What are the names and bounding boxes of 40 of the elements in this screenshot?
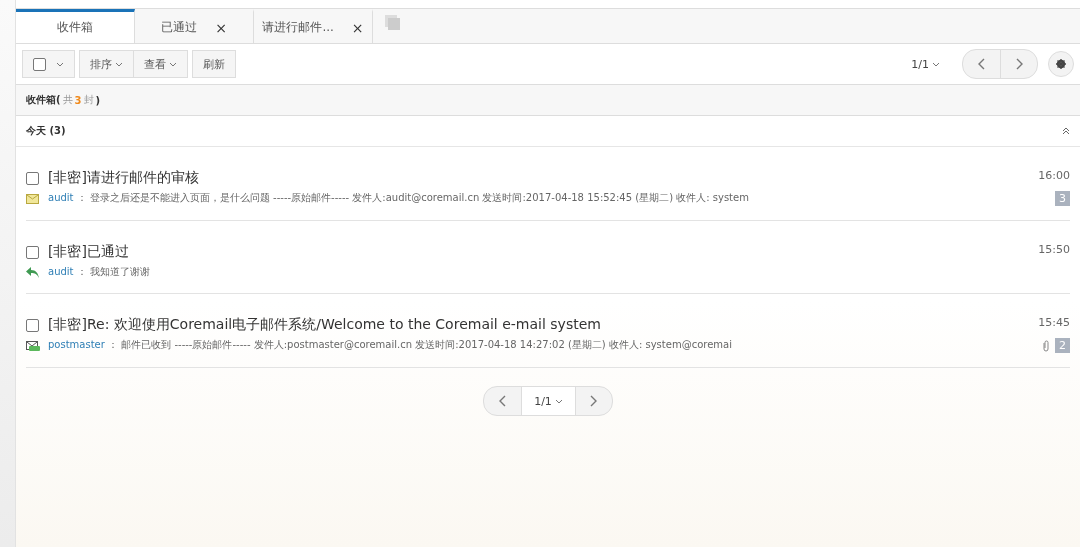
close-icon[interactable]: × (351, 19, 364, 36)
page-selector[interactable]: 1/1 (521, 387, 575, 415)
view-dropdown[interactable]: 查看 (133, 50, 188, 78)
sort-dropdown[interactable]: 排序 (79, 50, 134, 78)
collapse-icon[interactable] (1062, 127, 1070, 135)
folder-title: 收件箱( 共 3 封 ) (16, 85, 1080, 116)
mail-time: 16:00 (1038, 169, 1070, 184)
checkbox[interactable] (26, 318, 39, 332)
page-selector[interactable]: 1/1 (911, 57, 940, 71)
group-label: 今天 (3) (26, 124, 66, 138)
mail-time: 15:45 (1038, 316, 1070, 331)
mail-subject[interactable]: [非密]请进行邮件的审核 (48, 169, 1033, 187)
envelope-icon (26, 340, 40, 351)
mail-subject[interactable]: [非密]已通过 (48, 243, 1033, 261)
close-icon[interactable]: × (215, 19, 227, 36)
chevron-right-icon (589, 395, 599, 407)
reply-arrow-icon (26, 266, 39, 278)
envelope-icon (26, 193, 39, 204)
count-badge: 3 (1055, 191, 1070, 206)
checkbox[interactable] (26, 171, 39, 185)
paperclip-icon (1043, 339, 1049, 352)
refresh-button[interactable]: 刷新 (192, 50, 236, 78)
caret-icon (554, 398, 563, 404)
mail-time: 15:50 (1038, 243, 1070, 258)
mail-preview: audit ： 我知道了谢谢 (48, 265, 151, 279)
checkbox[interactable] (26, 245, 39, 259)
caret-icon (56, 61, 64, 67)
chevron-right-icon (1014, 58, 1024, 70)
caret-icon (169, 61, 177, 67)
count-badge: 2 (1055, 338, 1070, 353)
caret-icon (932, 61, 940, 67)
mail-preview: postmaster ： 邮件已收到 -----原始邮件----- 发件人:postmaster@coremail.cn 发送时间:2017-04-18 14:27:02 (星期二) 收件人: system@coremai (48, 338, 733, 352)
chevron-left-icon (977, 58, 986, 70)
mail-subject[interactable]: [非密]Re: 欢迎使用Coremail电子邮件系统/Welcome to the Coremail e-mail system (48, 316, 1033, 334)
chevron-left-icon (498, 395, 508, 407)
settings-button[interactable] (1048, 51, 1074, 77)
mail-preview: audit ： 登录之后还是不能进入页面，是什么问题 -----原始邮件----- 发件人:audit@coremail.cn 发送时间:2017-04-18 15:52:45 (星期二) 收件人: system (48, 191, 750, 205)
caret-icon (115, 61, 123, 67)
select-dropdown[interactable] (22, 50, 75, 78)
tab[interactable]: 收件箱 (16, 9, 135, 43)
